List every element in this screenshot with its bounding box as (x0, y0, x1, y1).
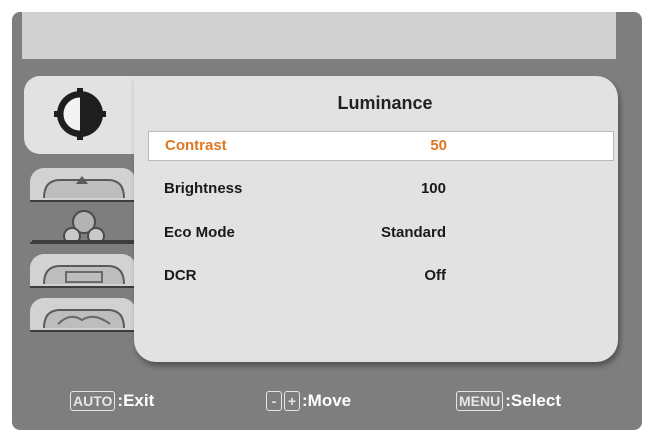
menu-item-label: Contrast (165, 137, 227, 154)
minus-key[interactable]: - (266, 391, 282, 411)
menu-item-value: Off (424, 267, 446, 284)
exit-hint: AUTO :Exit (70, 391, 154, 411)
menu-item-value: 100 (420, 180, 446, 197)
move-label: :Move (302, 391, 352, 410)
tab-image-setup[interactable] (30, 168, 136, 202)
menu-item-value: 50 (430, 137, 447, 154)
auto-key[interactable]: AUTO (70, 391, 116, 411)
menu-item-eco-mode[interactable]: Eco Mode Standard (148, 219, 612, 247)
menu-item-label: Brightness (164, 180, 243, 197)
tab-osd-setup[interactable] (30, 254, 136, 288)
tab-color-temp[interactable] (30, 210, 136, 244)
menu-item-label: Eco Mode (164, 224, 235, 241)
tab-extra[interactable] (30, 298, 136, 332)
luminance-panel: Luminance Contrast 50 Brightness 100 Eco… (134, 76, 618, 362)
title-bar (22, 12, 616, 59)
menu-item-dcr[interactable]: DCR Off (148, 262, 612, 290)
panel-title: Luminance (337, 93, 433, 113)
select-hint: MENU :Select (456, 391, 561, 411)
move-hint: - + :Move (266, 391, 351, 411)
menu-item-value: Standard (380, 224, 446, 241)
menu-item-brightness[interactable]: Brightness 100 (148, 175, 612, 203)
exit-label: :Exit (117, 391, 155, 410)
menu-key[interactable]: MENU (456, 391, 504, 411)
menu-item-label: DCR (164, 267, 197, 284)
plus-key[interactable]: + (284, 391, 300, 411)
footer-hints: AUTO :Exit - + :Move MENU :Select (12, 374, 642, 430)
select-label: :Select (505, 391, 561, 410)
menu-item-contrast[interactable]: Contrast 50 (148, 131, 614, 161)
